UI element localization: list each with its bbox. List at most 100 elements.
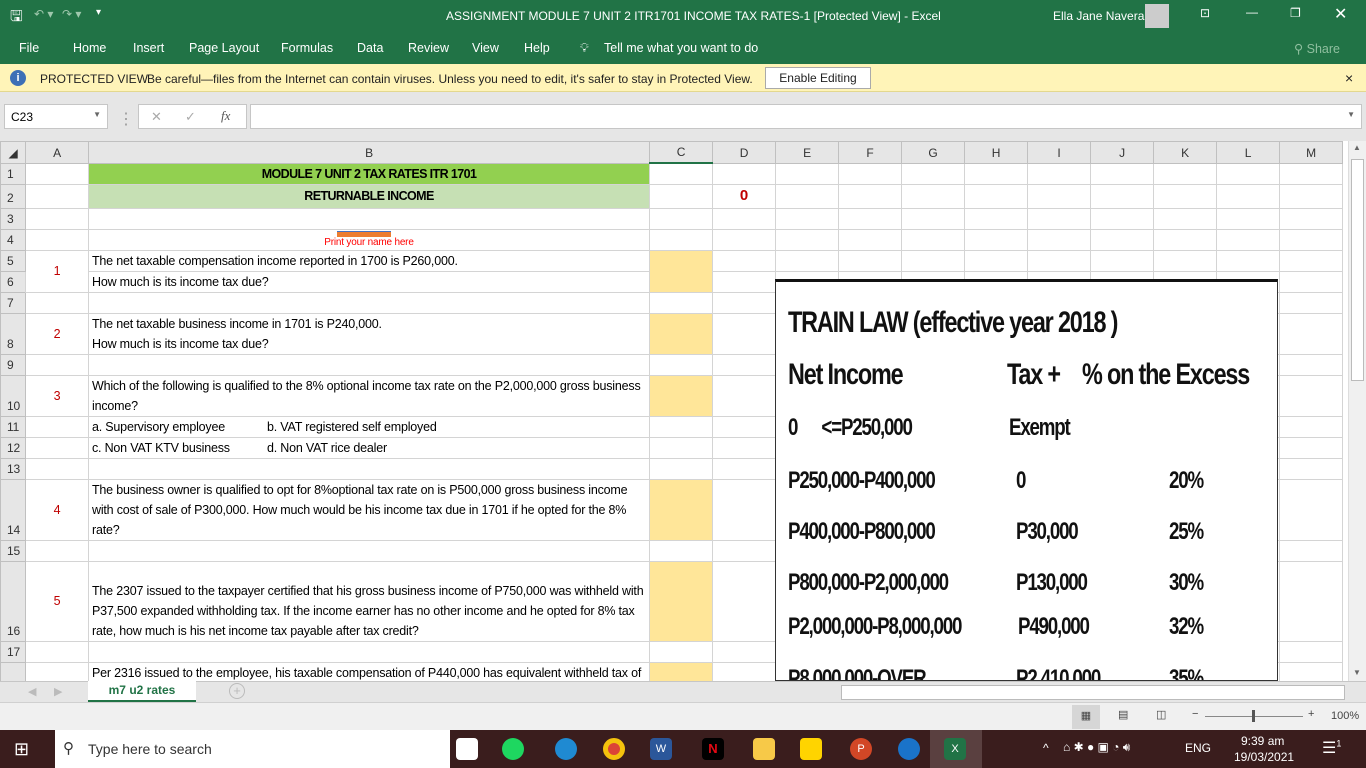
column-header[interactable]: I <box>1027 141 1091 164</box>
cell[interactable] <box>712 291 776 314</box>
cell[interactable] <box>712 270 776 293</box>
prev-sheet-icon[interactable]: ◀ <box>28 685 36 698</box>
cell[interactable] <box>901 162 965 185</box>
cell[interactable] <box>1279 539 1343 562</box>
cell[interactable] <box>775 183 839 209</box>
tab-page-layout[interactable]: Page Layout <box>189 41 259 55</box>
cell[interactable] <box>712 207 776 230</box>
cell[interactable] <box>901 249 965 272</box>
cell[interactable] <box>649 183 713 209</box>
file-explorer-icon[interactable] <box>753 738 775 760</box>
cell[interactable] <box>901 207 965 230</box>
cell[interactable] <box>1279 640 1343 663</box>
column-header[interactable]: L <box>1216 141 1280 164</box>
cell[interactable] <box>712 353 776 376</box>
cell[interactable] <box>712 661 776 681</box>
store-icon[interactable] <box>456 738 478 760</box>
tab-insert[interactable]: Insert <box>133 41 164 55</box>
sheet-title[interactable]: MODULE 7 UNIT 2 TAX RATES ITR 1701 <box>88 162 650 185</box>
clock-date[interactable]: 19/03/2021 <box>1234 750 1294 764</box>
cell[interactable] <box>1090 162 1154 185</box>
cell[interactable] <box>1027 162 1091 185</box>
scroll-up-icon[interactable]: ▲ <box>1353 143 1361 152</box>
row-header[interactable]: 1 <box>0 162 26 185</box>
cell[interactable] <box>88 640 650 663</box>
tab-data[interactable]: Data <box>357 41 383 55</box>
cell[interactable] <box>838 249 902 272</box>
cell[interactable] <box>88 457 650 480</box>
page-layout-view-icon[interactable]: ▤ <box>1118 708 1128 721</box>
column-header[interactable]: F <box>838 141 902 164</box>
powerpoint-icon[interactable]: P <box>850 738 872 760</box>
question-text[interactable]: Per 2316 issued to the employee, his tax… <box>88 661 650 681</box>
cell[interactable] <box>25 228 89 251</box>
cell[interactable] <box>1153 228 1217 251</box>
cell[interactable] <box>25 162 89 185</box>
cell[interactable] <box>1027 183 1091 209</box>
cell[interactable] <box>1279 478 1343 541</box>
cell[interactable] <box>1153 249 1217 272</box>
column-header[interactable]: H <box>964 141 1028 164</box>
column-header[interactable]: C <box>649 141 713 164</box>
word-icon[interactable]: W <box>650 738 672 760</box>
scroll-down-icon[interactable]: ▼ <box>1353 668 1361 677</box>
formula-input[interactable]: ▼ <box>250 104 1362 129</box>
cell[interactable] <box>1279 436 1343 459</box>
column-header[interactable]: G <box>901 141 965 164</box>
save-icon[interactable]: 🖫 <box>10 6 23 31</box>
name-cell[interactable] <box>88 207 650 230</box>
row-header[interactable]: 14 <box>0 478 26 541</box>
cell[interactable] <box>1090 183 1154 209</box>
cell[interactable] <box>712 374 776 417</box>
close-icon[interactable]: ✕ <box>1334 4 1347 24</box>
cell[interactable] <box>649 539 713 562</box>
answer-cell[interactable] <box>649 249 713 293</box>
cell[interactable] <box>1279 207 1343 230</box>
answer-cell[interactable] <box>649 478 713 541</box>
cell[interactable] <box>649 640 713 663</box>
cell[interactable] <box>1279 270 1343 293</box>
cell[interactable] <box>964 228 1028 251</box>
cell[interactable] <box>712 312 776 355</box>
question-text[interactable]: How much is its income tax due? <box>88 270 650 293</box>
cell[interactable] <box>1279 249 1343 272</box>
minimize-icon[interactable]: — <box>1246 5 1258 19</box>
cell[interactable] <box>1279 457 1343 480</box>
cell[interactable] <box>25 436 89 459</box>
language-indicator[interactable]: ENG <box>1185 741 1211 755</box>
cell[interactable] <box>1216 228 1280 251</box>
cell[interactable] <box>712 560 776 642</box>
score-cell[interactable]: 0 <box>712 183 776 209</box>
cell[interactable] <box>1216 207 1280 230</box>
cell[interactable] <box>25 640 89 663</box>
normal-view-icon[interactable]: ▦ <box>1072 705 1100 729</box>
cell[interactable] <box>1279 291 1343 314</box>
cell[interactable] <box>1090 249 1154 272</box>
cell[interactable] <box>1279 312 1343 355</box>
column-header[interactable]: J <box>1090 141 1154 164</box>
cell[interactable] <box>25 353 89 376</box>
avatar[interactable] <box>1145 4 1169 28</box>
cell[interactable] <box>88 291 650 314</box>
cell[interactable] <box>1153 162 1217 185</box>
column-header[interactable]: E <box>775 141 839 164</box>
column-header[interactable]: B <box>88 141 650 164</box>
page-break-view-icon[interactable]: ◫ <box>1156 708 1166 721</box>
row-header[interactable]: 4 <box>0 228 26 251</box>
cell[interactable] <box>1279 183 1343 209</box>
enter-icon[interactable]: ✓ <box>185 109 196 125</box>
cell[interactable] <box>1279 353 1343 376</box>
edge-icon[interactable] <box>555 738 577 760</box>
row-header[interactable]: 6 <box>0 270 26 293</box>
column-header[interactable]: D <box>712 141 776 164</box>
cell[interactable] <box>1027 207 1091 230</box>
share-button[interactable]: ⚲ Share <box>1294 41 1340 56</box>
cell[interactable] <box>838 207 902 230</box>
question-text[interactable]: Which of the following is qualified to t… <box>88 374 650 417</box>
cell[interactable] <box>25 539 89 562</box>
zoom-slider-thumb[interactable] <box>1252 710 1255 722</box>
sticky-notes-icon[interactable] <box>800 738 822 760</box>
cell[interactable] <box>1279 560 1343 642</box>
user-name[interactable]: Ella Jane Navera <box>1053 9 1144 23</box>
chevron-down-icon[interactable]: ▼ <box>93 110 101 119</box>
